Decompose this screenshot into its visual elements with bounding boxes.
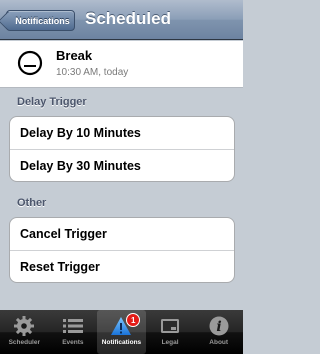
tab-label: Events <box>62 339 84 346</box>
circle-status-icon <box>17 50 43 76</box>
delay-30-button[interactable]: Delay By 30 Minutes <box>10 149 234 181</box>
tab-label: Legal <box>161 339 179 346</box>
list-icon <box>62 319 83 333</box>
tab-label: About <box>209 339 229 346</box>
other-group: Cancel Trigger Reset Trigger <box>9 217 235 283</box>
tab-events[interactable]: Events <box>49 310 98 354</box>
cancel-trigger-button[interactable]: Cancel Trigger <box>10 218 234 250</box>
legal-icon <box>161 319 180 333</box>
tab-label: Notifications <box>101 339 142 346</box>
section-header-other: Other <box>17 197 47 209</box>
tab-about[interactable]: i About <box>194 310 243 354</box>
back-button-label: Notifications <box>15 15 70 26</box>
tab-label: Scheduler <box>8 339 41 346</box>
schedule-time: 10:30 AM, today <box>56 67 129 78</box>
delay-group: Delay By 10 Minutes Delay By 30 Minutes <box>9 116 235 182</box>
notification-badge: 1 <box>126 313 141 327</box>
schedule-header: Break 10:30 AM, today <box>0 41 243 88</box>
schedule-title: Break <box>56 48 93 63</box>
navigation-bar: Notifications Scheduled <box>0 0 243 40</box>
tab-notifications[interactable]: 1 Notifications <box>97 310 146 354</box>
tab-legal[interactable]: Legal <box>146 310 195 354</box>
delay-10-button[interactable]: Delay By 10 Minutes <box>10 117 234 149</box>
gear-icon <box>14 316 35 336</box>
svg-text:i: i <box>216 319 221 335</box>
section-header-delay: Delay Trigger <box>17 96 87 108</box>
tab-bar: Scheduler Events 1 Notifications Legal i… <box>0 310 243 354</box>
info-icon: i <box>209 316 229 336</box>
tab-scheduler[interactable]: Scheduler <box>0 310 49 354</box>
page-title: Scheduled <box>85 9 171 28</box>
back-button[interactable]: Notifications <box>6 10 75 31</box>
reset-trigger-button[interactable]: Reset Trigger <box>10 250 234 282</box>
